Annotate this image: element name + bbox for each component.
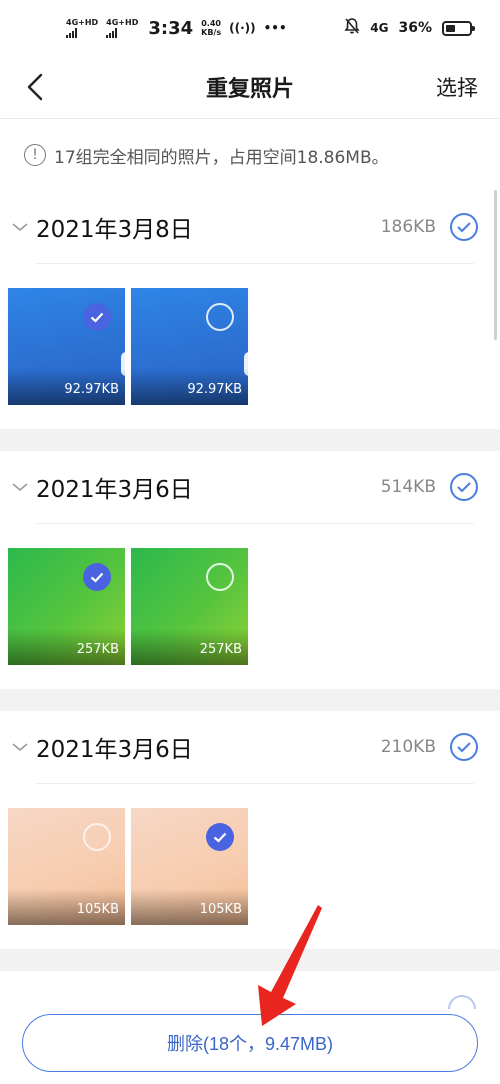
chevron-down-icon[interactable] xyxy=(10,222,30,232)
mute-bell-icon xyxy=(344,17,360,39)
group-size: 186KB xyxy=(380,217,436,237)
photo-group: 2021年3月6日 514KB 257KB 257KB xyxy=(0,451,500,689)
group-select-check-icon[interactable] xyxy=(450,213,478,241)
info-icon: ! xyxy=(24,144,46,166)
scrollbar[interactable] xyxy=(494,190,497,340)
nav-bar: 重复照片 选择 xyxy=(0,56,500,118)
clock: 3:34 xyxy=(148,17,194,39)
speed-unit: KB/s xyxy=(201,28,222,37)
chevron-down-icon[interactable] xyxy=(10,482,30,492)
photo-thumbnails: 105KB 105KB xyxy=(0,784,500,949)
page-title: 重复照片 xyxy=(205,77,294,102)
battery-icon xyxy=(442,20,475,36)
photo-thumbnail[interactable]: 92.97KB xyxy=(8,288,125,405)
sim1-label: 4G+HD xyxy=(66,17,99,27)
photo-group: 2021年3月6日 210KB 105KB 105KB xyxy=(0,711,500,949)
photo-thumbnail[interactable]: 105KB xyxy=(131,808,248,925)
group-separator xyxy=(0,429,500,451)
unselected-circle-icon[interactable] xyxy=(206,563,234,591)
network-type: 4G xyxy=(370,21,389,35)
photo-thumbnail[interactable]: 92.97KB xyxy=(131,288,248,405)
selected-check-icon[interactable] xyxy=(83,303,111,331)
group-date: 2021年3月8日 xyxy=(36,217,193,243)
group-size: 514KB xyxy=(380,477,436,497)
sim2-signal-icon: 4G+HD xyxy=(106,17,139,38)
chevron-down-icon[interactable] xyxy=(10,742,30,752)
photo-thumbnail[interactable]: 105KB xyxy=(8,808,125,925)
group-separator xyxy=(0,689,500,711)
photo-size: 105KB xyxy=(76,902,119,917)
selected-check-icon[interactable] xyxy=(83,563,111,591)
speed-value: 0.40 xyxy=(201,19,221,28)
status-right: 4G 36% xyxy=(344,17,475,39)
summary-text: 17组完全相同的照片，占用空间18.86MB。 xyxy=(54,147,389,168)
photo-group: 2021年3月8日 186KB 92.97KB 92.97KB xyxy=(0,191,500,429)
photo-size: 257KB xyxy=(199,642,242,657)
status-left: 4G+HD 4G+HD 3:34 0.40 KB/s ((·)) ••• xyxy=(66,18,287,39)
group-header[interactable]: 2021年3月6日 514KB xyxy=(0,451,500,523)
photo-size: 105KB xyxy=(199,902,242,917)
select-button[interactable]: 选择 xyxy=(436,72,478,102)
sim2-label: 4G+HD xyxy=(106,17,139,27)
group-select-check-icon[interactable] xyxy=(450,733,478,761)
group-header[interactable]: 2021年3月8日 186KB xyxy=(0,191,500,263)
group-size: 210KB xyxy=(380,737,436,757)
status-bar: 4G+HD 4G+HD 3:34 0.40 KB/s ((·)) ••• 4G … xyxy=(0,0,500,56)
group-select-check-icon[interactable] xyxy=(450,473,478,501)
more-icon: ••• xyxy=(263,21,287,35)
photo-size: 92.97KB xyxy=(187,382,242,397)
unselected-circle-icon[interactable] xyxy=(83,823,111,851)
back-icon[interactable] xyxy=(26,72,44,102)
group-separator xyxy=(0,949,500,971)
photo-thumbnails: 257KB 257KB xyxy=(0,524,500,689)
battery-percent: 36% xyxy=(398,20,432,36)
photo-thumbnail[interactable]: 257KB xyxy=(131,548,248,665)
duplicate-summary: ! 17组完全相同的照片，占用空间18.86MB。 xyxy=(0,119,500,191)
selected-check-icon[interactable] xyxy=(206,823,234,851)
group-date: 2021年3月6日 xyxy=(36,477,193,503)
delete-button[interactable]: 删除(18个，9.47MB) xyxy=(22,1014,478,1072)
network-speed: 0.40 KB/s xyxy=(201,19,221,37)
sim1-signal-icon: 4G+HD xyxy=(66,17,99,38)
photo-size: 92.97KB xyxy=(64,382,119,397)
photo-size: 257KB xyxy=(76,642,119,657)
group-date: 2021年3月6日 xyxy=(36,737,193,763)
photo-thumbnail[interactable]: 257KB xyxy=(8,548,125,665)
hotspot-icon: ((·)) xyxy=(229,21,256,35)
group-header[interactable]: 2021年3月6日 210KB xyxy=(0,711,500,783)
photo-thumbnails: 92.97KB 92.97KB xyxy=(0,264,500,429)
unselected-circle-icon[interactable] xyxy=(206,303,234,331)
